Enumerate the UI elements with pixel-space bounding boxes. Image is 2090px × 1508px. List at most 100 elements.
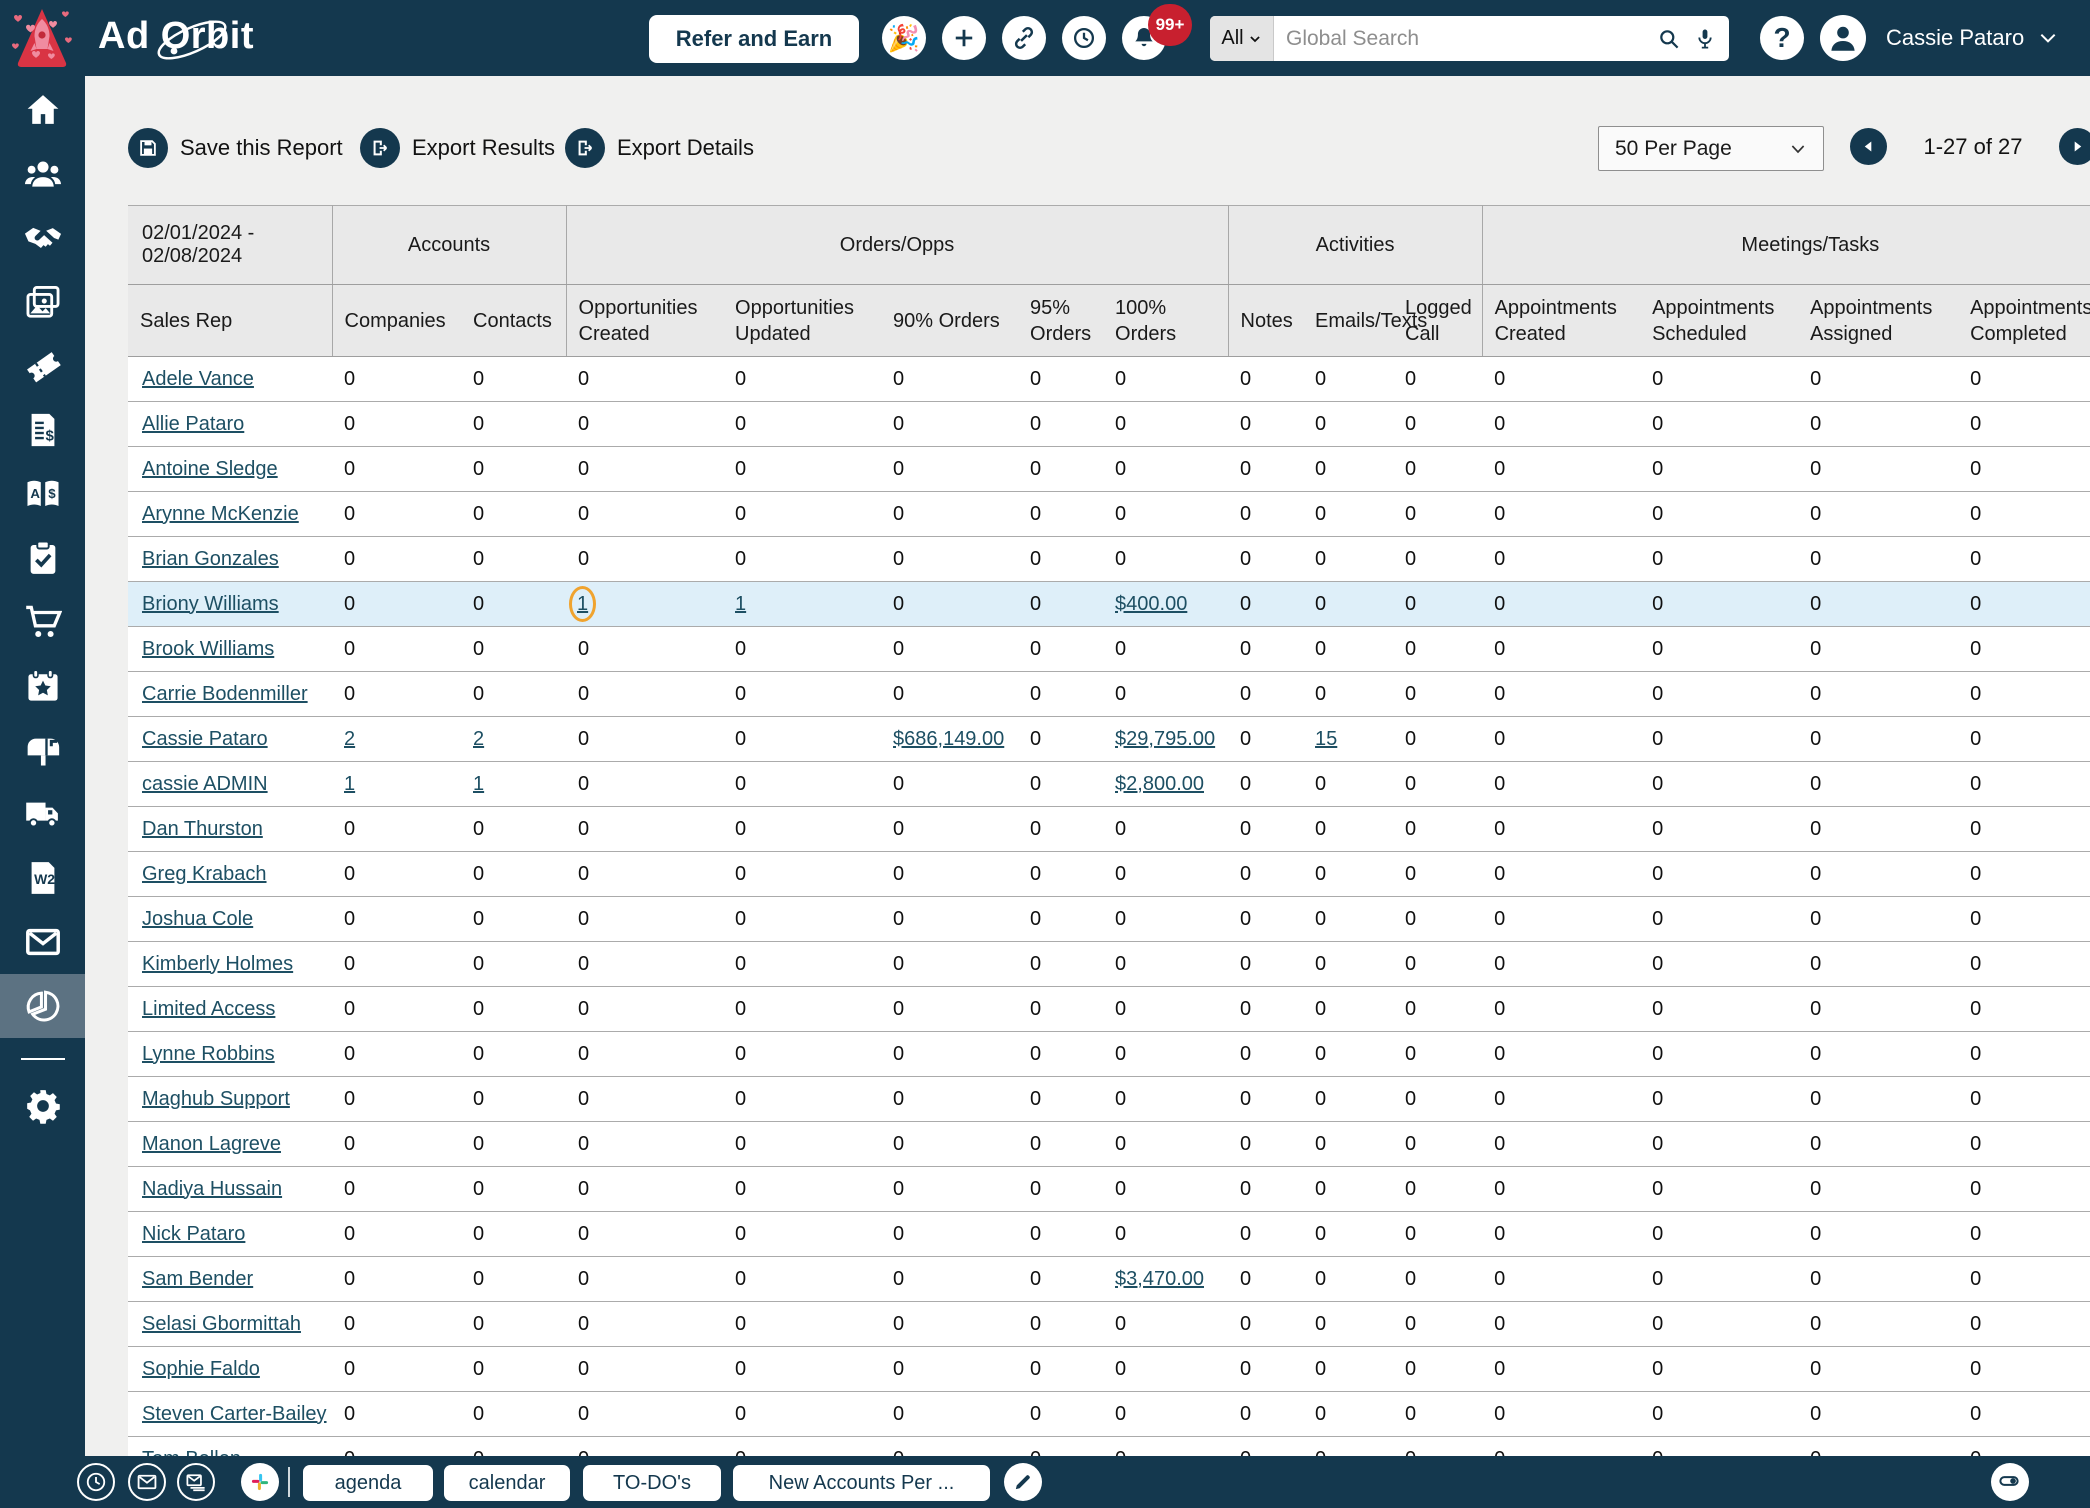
value-link[interactable]: $686,149.00: [893, 728, 1004, 750]
sales-rep-link[interactable]: Sam Bender: [142, 1268, 253, 1290]
value-text: 0: [1240, 1223, 1251, 1245]
value-cell: 0: [1018, 1167, 1103, 1212]
value-cell: 0: [461, 1077, 566, 1122]
sidebar-item-truck[interactable]: [0, 782, 85, 846]
previous-page-button[interactable]: [1850, 128, 1887, 165]
clock-button[interactable]: [77, 1463, 115, 1501]
sales-rep-link[interactable]: Briony Williams: [142, 593, 279, 615]
sales-rep-link[interactable]: Limited Access: [142, 998, 275, 1020]
history-button[interactable]: [1062, 16, 1106, 60]
value-text: 0: [578, 458, 589, 480]
value-link[interactable]: $3,470.00: [1115, 1268, 1204, 1290]
sidebar-item-cart[interactable]: [0, 590, 85, 654]
sales-rep-link[interactable]: cassie ADMIN: [142, 773, 268, 795]
value-link[interactable]: 2: [344, 728, 355, 750]
mail-button[interactable]: [128, 1463, 166, 1501]
value-link[interactable]: 15: [1315, 728, 1337, 750]
sales-rep-link[interactable]: Selasi Gbormittah: [142, 1313, 301, 1335]
sidebar-item-calendar-star[interactable]: [0, 654, 85, 718]
next-page-button[interactable]: [2059, 128, 2090, 165]
save-report-button[interactable]: Save this Report: [128, 128, 343, 168]
value-link[interactable]: 1: [344, 773, 355, 795]
value-link[interactable]: 1: [735, 593, 746, 615]
value-cell: 0: [1228, 897, 1303, 942]
help-button[interactable]: ?: [1760, 16, 1804, 60]
value-text: 0: [893, 1088, 904, 1110]
edit-widgets-button[interactable]: [1004, 1463, 1042, 1501]
value-text: 0: [1315, 998, 1326, 1020]
sales-rep-link[interactable]: Manon Lagreve: [142, 1133, 281, 1155]
export-details-button[interactable]: Export Details: [565, 128, 754, 168]
value-link[interactable]: 2: [473, 728, 484, 750]
export-results-button[interactable]: Export Results: [360, 128, 555, 168]
sidebar-item-w2[interactable]: W2: [0, 846, 85, 910]
value-cell: 0: [881, 447, 1018, 492]
search-icon[interactable]: [1657, 27, 1681, 51]
value-link[interactable]: 1: [473, 773, 484, 795]
sales-rep-link[interactable]: Nick Pataro: [142, 1223, 245, 1245]
value-text: 0: [1494, 368, 1505, 390]
sidebar-item-rate-book[interactable]: A$: [0, 462, 85, 526]
bottom-bar-button-1[interactable]: agenda: [303, 1465, 433, 1501]
app-logo-icon[interactable]: [10, 5, 74, 71]
sales-rep-link[interactable]: Carrie Bodenmiller: [142, 683, 308, 705]
sidebar-item-envelope[interactable]: [0, 910, 85, 974]
microphone-icon[interactable]: [1693, 27, 1717, 51]
slack-button[interactable]: [241, 1463, 279, 1501]
sales-rep-link[interactable]: Greg Krabach: [142, 863, 267, 885]
sales-rep-link[interactable]: Adele Vance: [142, 368, 254, 390]
per-page-select[interactable]: 50 Per Page: [1598, 126, 1824, 171]
value-text: 0: [1405, 1088, 1416, 1110]
sidebar-item-settings[interactable]: [0, 1074, 85, 1138]
value-text: 0: [1315, 413, 1326, 435]
value-link[interactable]: $2,800.00: [1115, 773, 1204, 795]
sidebar-item-users[interactable]: [0, 142, 85, 206]
sales-rep-link[interactable]: Kimberly Holmes: [142, 953, 293, 975]
sales-rep-link[interactable]: Arynne McKenzie: [142, 503, 299, 525]
value-link[interactable]: $400.00: [1115, 593, 1187, 615]
bottom-bar-button-3[interactable]: TO-DO's: [583, 1465, 721, 1501]
value-link[interactable]: $29,795.00: [1115, 728, 1215, 750]
value-text: 0: [1810, 458, 1821, 480]
sales-rep-link[interactable]: Maghub Support: [142, 1088, 290, 1110]
sidebar-item-invoice[interactable]: $: [0, 398, 85, 462]
bottom-bar-button-4[interactable]: New Accounts Per ...: [733, 1465, 990, 1501]
user-menu[interactable]: Cassie Pataro: [1886, 0, 2058, 76]
global-search-input[interactable]: [1274, 27, 1657, 51]
sales-rep-link[interactable]: Allie Pataro: [142, 413, 244, 435]
sidebar-item-clipboard-check[interactable]: [0, 526, 85, 590]
link-button[interactable]: [1002, 16, 1046, 60]
sales-rep-link[interactable]: Nadiya Hussain: [142, 1178, 282, 1200]
sidebar-item-ticket[interactable]: [0, 334, 85, 398]
sidebar-item-photos[interactable]: [0, 270, 85, 334]
sales-rep-link[interactable]: Brook Williams: [142, 638, 274, 660]
bottom-bar-toggle-button[interactable]: [1991, 1463, 2029, 1501]
sidebar-item-handshake[interactable]: [0, 206, 85, 270]
notifications-bell-button[interactable]: 99+: [1122, 16, 1166, 60]
value-link[interactable]: 1: [577, 593, 588, 616]
sidebar-item-mailbox[interactable]: [0, 718, 85, 782]
sales-rep-link[interactable]: Brian Gonzales: [142, 548, 279, 570]
bottom-bar-button-2[interactable]: calendar: [444, 1465, 570, 1501]
add-button[interactable]: [942, 16, 986, 60]
sales-rep-link[interactable]: Steven Carter-Bailey: [142, 1403, 327, 1425]
sales-rep-link[interactable]: Sophie Faldo: [142, 1358, 260, 1380]
sales-rep-link[interactable]: Cassie Pataro: [142, 728, 268, 750]
sidebar-item-home[interactable]: [0, 78, 85, 142]
newsletter-button[interactable]: [177, 1463, 215, 1501]
avatar[interactable]: [1820, 15, 1866, 61]
sales-rep-link[interactable]: Joshua Cole: [142, 908, 253, 930]
sales-rep-link[interactable]: Lynne Robbins: [142, 1043, 275, 1065]
party-popper-button[interactable]: 🎉: [882, 16, 926, 60]
sales-rep-link[interactable]: Antoine Sledge: [142, 458, 278, 480]
search-scope-select[interactable]: All: [1210, 16, 1274, 61]
sales-rep-link[interactable]: Dan Thurston: [142, 818, 263, 840]
refer-and-earn-button[interactable]: Refer and Earn: [649, 15, 859, 63]
value-text: 0: [1652, 728, 1663, 750]
value-cell: 0: [1958, 627, 2090, 672]
value-cell: 0: [1958, 357, 2090, 402]
sidebar-item-pie-chart[interactable]: [0, 974, 85, 1038]
value-cell: 0: [332, 537, 461, 582]
value-cell: 0: [1228, 1122, 1303, 1167]
value-text: 0: [344, 1358, 355, 1380]
